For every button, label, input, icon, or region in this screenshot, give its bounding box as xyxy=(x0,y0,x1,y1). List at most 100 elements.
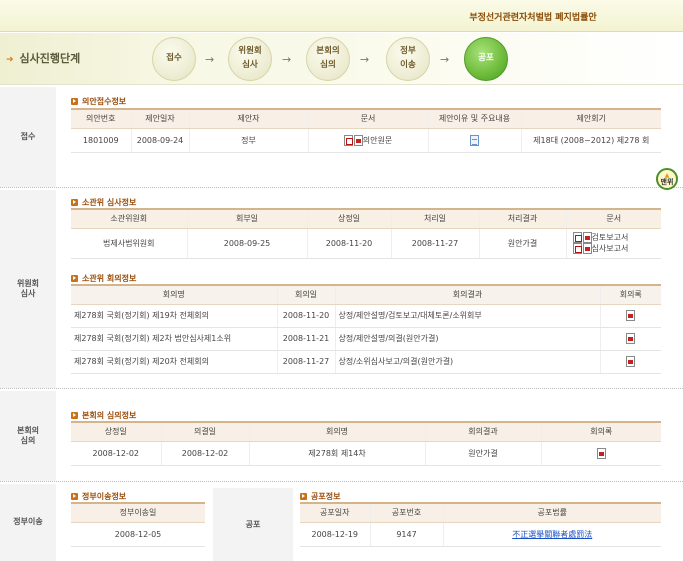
col-bill-no: 의안번호 xyxy=(71,108,131,129)
hwp-file-icon[interactable] xyxy=(572,243,582,254)
divider xyxy=(0,481,683,482)
bill-original-link[interactable]: 의안원문 xyxy=(363,136,392,145)
stage-arrow-icon: → xyxy=(440,53,450,66)
bullet-icon xyxy=(71,199,78,206)
table-row: 2008-12-02 2008-12-02 제278회 제14차 원안가결 xyxy=(71,441,661,466)
stage-bar: ➜ 심사진행단계 접수 → 위원회 심사 → 본회의 심의 → 정부 이송 → 공포 xyxy=(0,33,683,85)
promulgation-table: 공포일자 공포번호 공포법률 2008-12-19 9147 不正選擧關聯者處罰… xyxy=(300,502,661,547)
document-cell: 의안원문 xyxy=(307,128,428,153)
plenary-table: 상정일 의결일 회의명 회의결과 회의록 2008-12-02 2008-12-… xyxy=(71,421,661,466)
col-proposal-date: 제안일자 xyxy=(130,108,189,129)
resolved-date: 2008-12-02 xyxy=(160,441,249,466)
top-button[interactable]: ▲ 맨위 xyxy=(656,168,678,190)
section-label-transfer: 정부이송 xyxy=(0,484,56,561)
hwp-file-icon[interactable] xyxy=(343,134,353,146)
pdf-file-icon[interactable] xyxy=(626,310,636,321)
committee-meeting-heading: 소관위 회의정보 xyxy=(71,273,136,284)
col-transfer-date: 정부이송일 xyxy=(71,502,205,523)
plenary-heading: 본회의 심의정보 xyxy=(71,410,136,421)
bill-no: 1801009 xyxy=(71,128,131,153)
col-meeting-result: 회의결과 xyxy=(334,284,600,305)
stage-arrow-icon: → xyxy=(205,53,215,66)
pdf-file-icon[interactable] xyxy=(626,356,636,367)
presented-date: 2008-11-20 xyxy=(306,228,391,259)
col-resolved: 의결일 xyxy=(160,421,249,442)
transfer-table: 정부이송일 2008-12-05 xyxy=(71,502,205,547)
col-presented: 상정일 xyxy=(306,208,391,229)
bill-title: 부정선거관련자처벌법 폐지법률안 xyxy=(469,13,597,23)
title-bar: 부정선거관련자처벌법 폐지법률안 xyxy=(0,0,683,32)
bullet-arrow-icon: ➜ xyxy=(6,55,14,65)
table-row: 제278회 국회(정기회) 제2차 법안심사제1소위 2008-11-21 상정… xyxy=(71,327,661,351)
meeting-name: 제278회 제14차 xyxy=(248,441,425,466)
meeting-result: 상정/제안설명/검토보고/대체토론/소위회부 xyxy=(334,304,600,328)
examination-report-link[interactable]: 심사보고서 xyxy=(592,244,629,253)
receipt-table: 의안번호 제안일자 제안자 문서 제안이유 및 주요내용 제안회기 180100… xyxy=(71,108,661,153)
document-icon[interactable] xyxy=(470,134,479,146)
stage-plenary: 본회의 심의 xyxy=(306,37,350,81)
proposer: 정부 xyxy=(188,128,308,153)
table-row: 2008-12-19 9147 不正選擧關聯者處罰法 xyxy=(300,522,661,547)
promulgated-law-link[interactable]: 不正選擧關聯者處罰法 xyxy=(512,530,592,539)
pdf-file-icon[interactable] xyxy=(353,134,363,146)
col-minutes: 회의록 xyxy=(540,421,661,442)
meeting-result: 원안가결 xyxy=(424,441,541,466)
session: 제18대 (2008~2012) 제278 회 xyxy=(520,128,661,153)
stage-arrow-icon: → xyxy=(282,53,292,66)
committee-name: 법제사법위원회 xyxy=(71,228,187,259)
committee-review-heading: 소관위 심사정보 xyxy=(71,197,136,208)
transfer-heading: 정부이송정보 xyxy=(71,491,126,502)
table-row: 법제사법위원회 2008-09-25 2008-11-20 2008-11-27… xyxy=(71,228,661,259)
committee-docs: 검토보고서 심사보고서 xyxy=(565,228,661,259)
table-row: 제278회 국회(정기회) 제20차 전체회의 2008-11-27 상정/소위… xyxy=(71,350,661,374)
promulgation-no: 9147 xyxy=(369,522,443,547)
bullet-icon xyxy=(300,493,307,500)
process-result: 원안가결 xyxy=(478,228,566,259)
meeting-result: 상정/제안설명/의결(원안가결) xyxy=(334,327,600,351)
table-row: 1801009 2008-09-24 정부 의안원문 제18대 (2008~20… xyxy=(71,128,661,153)
col-result: 회의결과 xyxy=(424,421,541,442)
meeting-date: 2008-11-21 xyxy=(276,327,335,351)
col-proposer: 제안자 xyxy=(188,108,308,129)
section-label-receipt: 접수 xyxy=(0,87,56,187)
referred-date: 2008-09-25 xyxy=(186,228,307,259)
transfer-date: 2008-12-05 xyxy=(71,522,205,547)
receipt-heading: 의안접수정보 xyxy=(71,96,126,107)
reason-cell xyxy=(427,128,521,153)
table-row: 제278회 국회(정기회) 제19차 전체회의 2008-11-20 상정/제안… xyxy=(71,304,661,328)
col-committee: 소관위원회 xyxy=(71,208,187,229)
bullet-icon xyxy=(71,98,78,105)
pdf-file-icon[interactable] xyxy=(582,232,592,243)
col-reason: 제안이유 및 주요내용 xyxy=(427,108,521,129)
bullet-icon xyxy=(71,412,78,419)
minutes-cell xyxy=(540,441,661,466)
section-label-promulgation: 공포 xyxy=(213,488,293,561)
review-report-link[interactable]: 검토보고서 xyxy=(592,233,629,242)
minutes-cell xyxy=(599,350,661,374)
col-minutes: 회의록 xyxy=(599,284,661,305)
divider xyxy=(0,388,683,389)
processed-date: 2008-11-27 xyxy=(390,228,479,259)
hwp-file-icon[interactable] xyxy=(572,232,582,243)
col-processed: 처리일 xyxy=(390,208,479,229)
col-session: 제안회기 xyxy=(520,108,661,129)
meeting-result: 상정/소위심사보고/의결(원안가결) xyxy=(334,350,600,374)
pdf-file-icon[interactable] xyxy=(582,243,592,254)
minutes-cell xyxy=(599,304,661,328)
law-cell: 不正選擧關聯者處罰法 xyxy=(442,522,661,547)
table-row: 2008-12-05 xyxy=(71,522,205,547)
pdf-file-icon[interactable] xyxy=(626,333,636,344)
meeting-name: 제278회 국회(정기회) 제2차 법안심사제1소위 xyxy=(71,327,277,351)
bullet-icon xyxy=(71,493,78,500)
col-promulgation-no: 공포번호 xyxy=(369,502,443,523)
meeting-date: 2008-11-20 xyxy=(276,304,335,328)
presented-date: 2008-12-02 xyxy=(71,441,161,466)
section-label-committee: 위원회 심사 xyxy=(0,190,56,388)
col-document: 문서 xyxy=(565,208,661,229)
col-presented: 상정일 xyxy=(71,421,161,442)
stage-label: ➜ 심사진행단계 xyxy=(6,52,81,65)
stage-committee: 위원회 심사 xyxy=(228,37,272,81)
col-referred: 회부일 xyxy=(186,208,307,229)
meeting-date: 2008-11-27 xyxy=(276,350,335,374)
pdf-file-icon[interactable] xyxy=(596,447,606,459)
